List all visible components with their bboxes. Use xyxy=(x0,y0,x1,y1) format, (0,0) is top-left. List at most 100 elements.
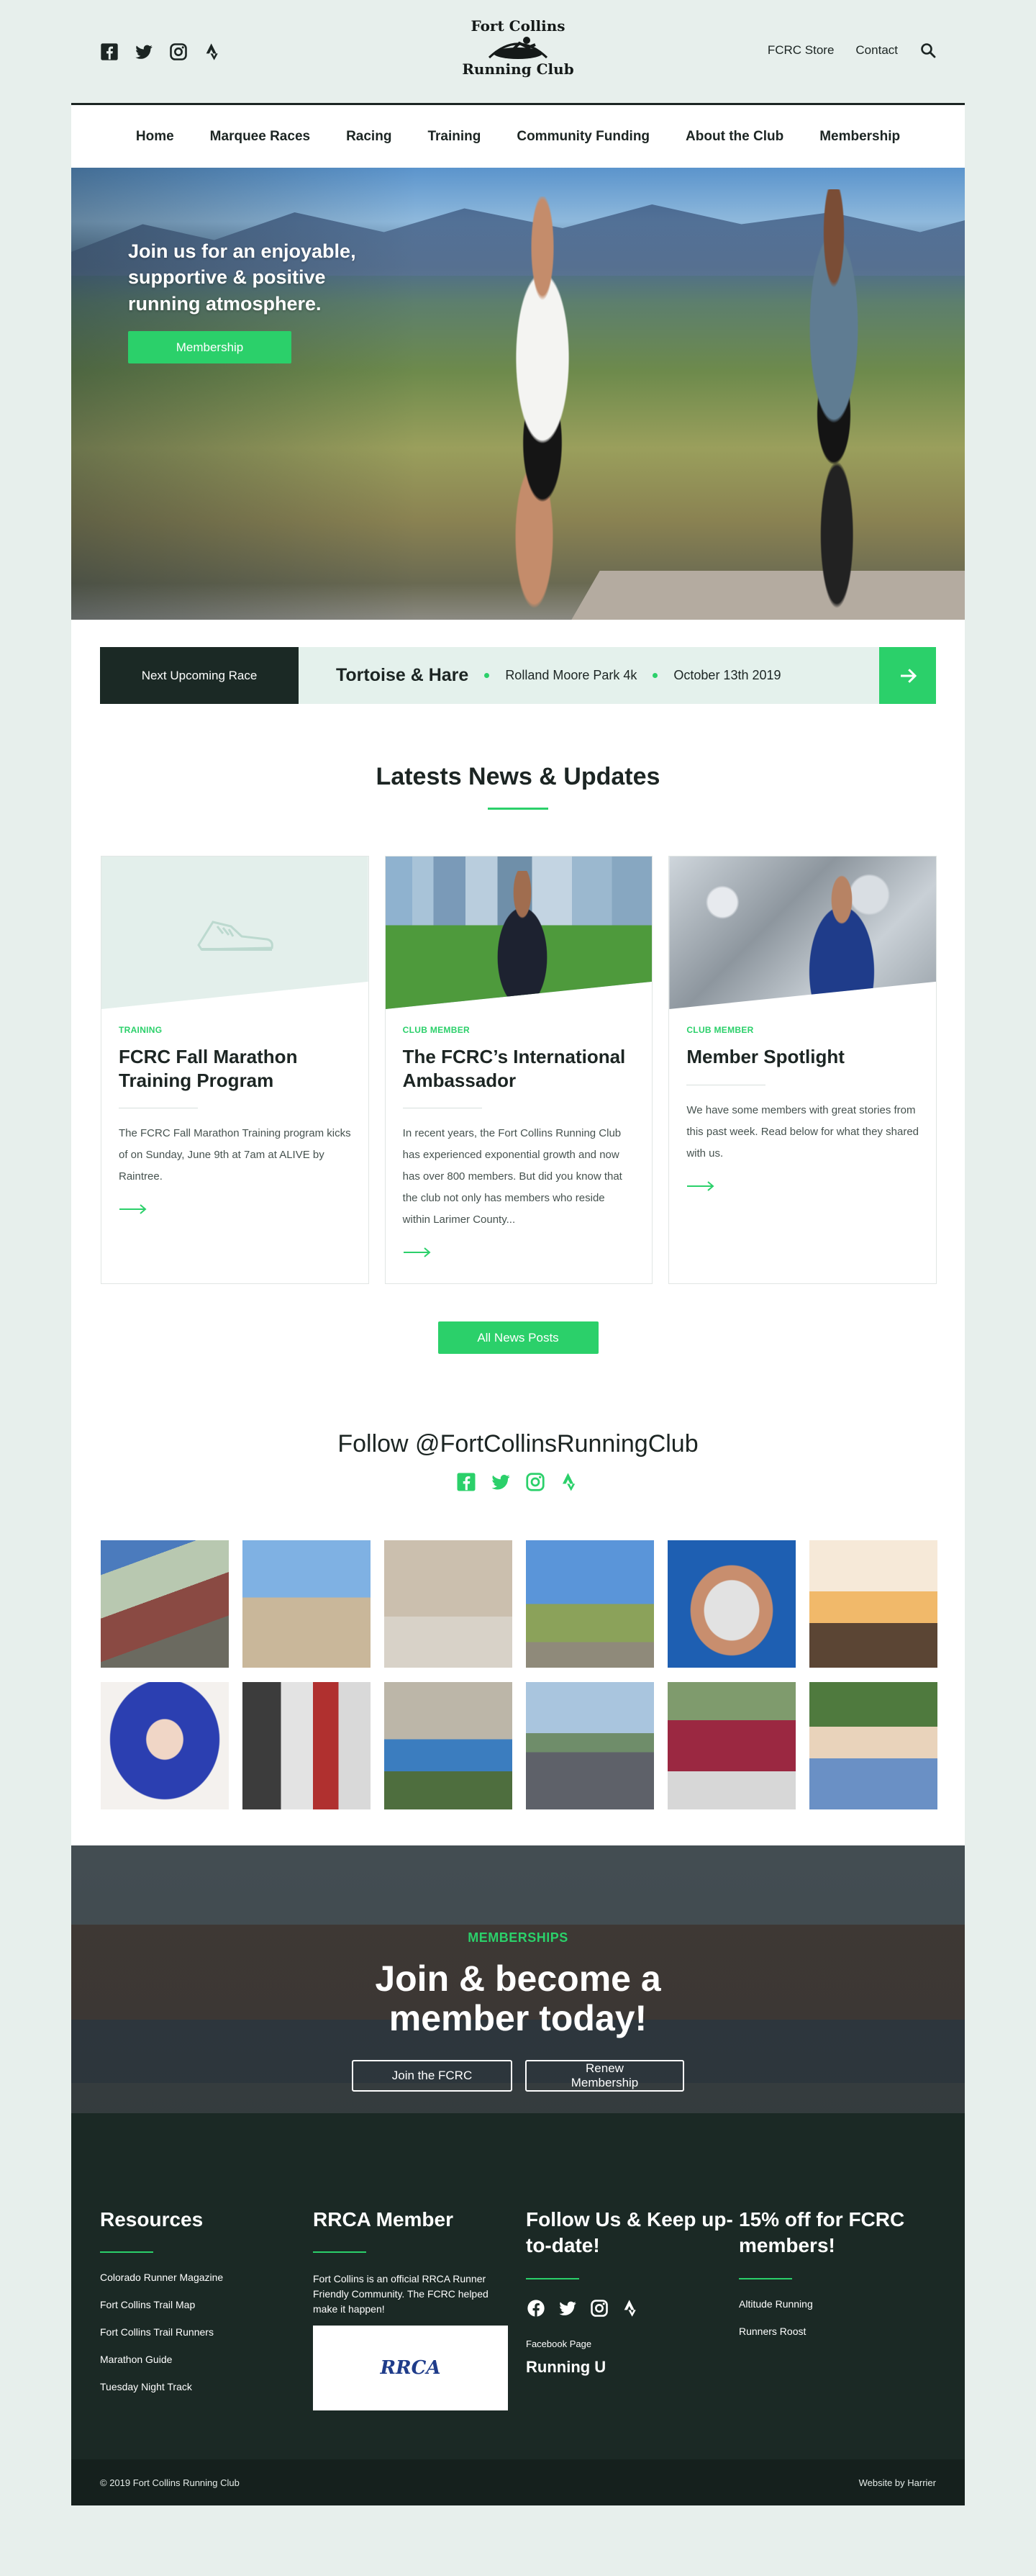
footer-link[interactable]: Tuesday Night Track xyxy=(100,2381,192,2392)
page-bottom-spacer xyxy=(0,2505,1036,2520)
news-heading: Latests News & Updates xyxy=(376,763,660,790)
rrca-logo[interactable]: RRCA xyxy=(313,2326,508,2411)
credit-link[interactable]: Website by Harrier xyxy=(859,2477,936,2488)
arrow-right-icon[interactable] xyxy=(403,1247,432,1258)
membership-buttons: Join the FCRC Renew Membership xyxy=(71,2060,965,2092)
next-race-info: Tortoise & Hare Rolland Moore Park 4k Oc… xyxy=(299,647,879,704)
instagram-photo[interactable] xyxy=(526,1540,654,1668)
hero-text: Join us for an enjoyable, supportive & p… xyxy=(128,240,356,315)
instagram-icon[interactable] xyxy=(524,1471,546,1493)
strava-icon[interactable] xyxy=(621,2298,641,2318)
hero-banner: Join us for an enjoyable, supportive & p… xyxy=(71,168,965,620)
nav-home[interactable]: Home xyxy=(136,129,174,145)
instagram-photo[interactable] xyxy=(668,1682,796,1809)
race-arrow-button[interactable] xyxy=(879,647,936,704)
instagram-photo[interactable] xyxy=(809,1682,937,1809)
strava-icon[interactable] xyxy=(559,1471,581,1493)
nav-training[interactable]: Training xyxy=(427,129,481,145)
contact-link[interactable]: Contact xyxy=(855,43,898,58)
instagram-photo[interactable] xyxy=(101,1682,229,1809)
footer-link[interactable]: Marathon Guide xyxy=(100,2354,172,2365)
running-shoe-icon xyxy=(197,921,274,951)
race-title[interactable]: Tortoise & Hare xyxy=(336,665,468,686)
instagram-photo[interactable] xyxy=(668,1540,796,1668)
nav-membership[interactable]: Membership xyxy=(819,129,900,145)
card-title[interactable]: FCRC Fall Marathon Training Program xyxy=(119,1045,351,1092)
top-social-links xyxy=(99,42,223,62)
footer-rrca: RRCA Member Fort Collins is an official … xyxy=(313,2207,526,2411)
logo-text-top: Fort Collins xyxy=(471,17,565,35)
nav-racing[interactable]: Racing xyxy=(346,129,391,145)
footer-columns: Resources Colorado Runner Magazine Fort … xyxy=(100,2207,965,2411)
twitter-icon[interactable] xyxy=(134,42,154,62)
footer-link[interactable]: Fort Collins Trail Runners xyxy=(100,2326,214,2338)
footer-heading: Resources xyxy=(100,2208,204,2231)
bullet-dot xyxy=(653,673,658,678)
facebook-icon[interactable] xyxy=(526,2298,546,2318)
card-image xyxy=(669,857,937,1009)
arrow-right-icon[interactable] xyxy=(686,1180,715,1192)
join-button[interactable]: Join the FCRC xyxy=(352,2060,512,2092)
footer-follow: Follow Us & Keep up-to-date! Facebook Pa… xyxy=(526,2207,739,2410)
store-link[interactable]: FCRC Store xyxy=(768,43,835,58)
news-cards: TRAINING FCRC Fall Marathon Training Pro… xyxy=(101,856,937,1284)
membership-title: Join & become a member today! xyxy=(71,1959,965,2038)
news-card[interactable]: CLUB MEMBER Member Spotlight We have som… xyxy=(668,856,937,1284)
card-excerpt: The FCRC Fall Marathon Training program … xyxy=(119,1127,351,1183)
strava-icon[interactable] xyxy=(203,42,223,62)
footer-heading: 15% off for FCRC members! xyxy=(739,2208,905,2257)
footer-link[interactable]: Runners Roost xyxy=(739,2326,806,2337)
site-logo[interactable]: Fort Collins Running Club xyxy=(460,16,576,88)
renew-button[interactable]: Renew Membership xyxy=(525,2060,684,2092)
rrca-logo-text: RRCA xyxy=(380,2357,441,2380)
nav-about-club[interactable]: About the Club xyxy=(686,129,783,145)
rrca-text: Fort Collins is an official RRCA Runner … xyxy=(313,2273,489,2315)
card-title[interactable]: Member Spotlight xyxy=(686,1045,919,1069)
membership-title-line-1: Join & become a xyxy=(375,1958,661,1999)
footer-social-links xyxy=(526,2298,739,2318)
nav-community-funding[interactable]: Community Funding xyxy=(517,129,650,145)
search-icon[interactable] xyxy=(919,42,937,59)
instagram-icon[interactable] xyxy=(168,42,188,62)
footer-link[interactable]: Fort Collins Trail Map xyxy=(100,2299,195,2310)
card-image xyxy=(101,857,368,1009)
footer-bottom-bar: © 2019 Fort Collins Running Club Website… xyxy=(71,2459,965,2505)
instagram-photo[interactable] xyxy=(809,1540,937,1668)
bullet-dot xyxy=(484,673,490,678)
utility-nav: FCRC Store Contact xyxy=(768,42,937,59)
card-image xyxy=(385,857,653,1009)
next-race-label: Next Upcoming Race xyxy=(100,647,299,704)
footer-resources: Resources Colorado Runner Magazine Fort … xyxy=(100,2207,313,2410)
twitter-icon[interactable] xyxy=(490,1471,512,1493)
follow-heading: Follow @FortCollinsRunningClub xyxy=(337,1430,699,1458)
running-u-link[interactable]: Running U xyxy=(526,2358,739,2377)
hero-overlay xyxy=(71,168,417,620)
hero-membership-button[interactable]: Membership xyxy=(128,331,291,363)
instagram-photo[interactable] xyxy=(242,1682,371,1809)
footer-link[interactable]: Colorado Runner Magazine xyxy=(100,2272,223,2283)
membership-kicker: MEMBERSHIPS xyxy=(468,1930,568,1945)
instagram-photo[interactable] xyxy=(101,1540,229,1668)
news-card[interactable]: TRAINING FCRC Fall Marathon Training Pro… xyxy=(101,856,369,1284)
instagram-icon[interactable] xyxy=(589,2298,609,2318)
instagram-photo[interactable] xyxy=(242,1540,371,1668)
card-title[interactable]: The FCRC’s International Ambassador xyxy=(403,1045,635,1092)
follow-social-links xyxy=(71,1471,965,1493)
nav-marquee-races[interactable]: Marquee Races xyxy=(210,129,310,145)
arrow-right-icon[interactable] xyxy=(119,1203,147,1215)
card-category: CLUB MEMBER xyxy=(402,1025,470,1035)
instagram-photo[interactable] xyxy=(384,1540,512,1668)
instagram-photo[interactable] xyxy=(384,1682,512,1809)
twitter-icon[interactable] xyxy=(558,2298,578,2318)
main-nav: Home Marquee Races Racing Training Commu… xyxy=(71,105,965,168)
instagram-feed xyxy=(101,1540,937,1809)
footer-link[interactable]: Altitude Running xyxy=(739,2298,813,2310)
footer-heading: Follow Us & Keep up-to-date! xyxy=(526,2208,733,2257)
card-excerpt: In recent years, the Fort Collins Runnin… xyxy=(402,1127,622,1226)
facebook-icon[interactable] xyxy=(455,1471,477,1493)
instagram-photo[interactable] xyxy=(526,1682,654,1809)
facebook-icon[interactable] xyxy=(99,42,119,62)
news-card[interactable]: CLUB MEMBER The FCRC’s International Amb… xyxy=(384,856,653,1284)
arrow-right-icon xyxy=(900,668,917,683)
all-news-button[interactable]: All News Posts xyxy=(437,1321,599,1354)
